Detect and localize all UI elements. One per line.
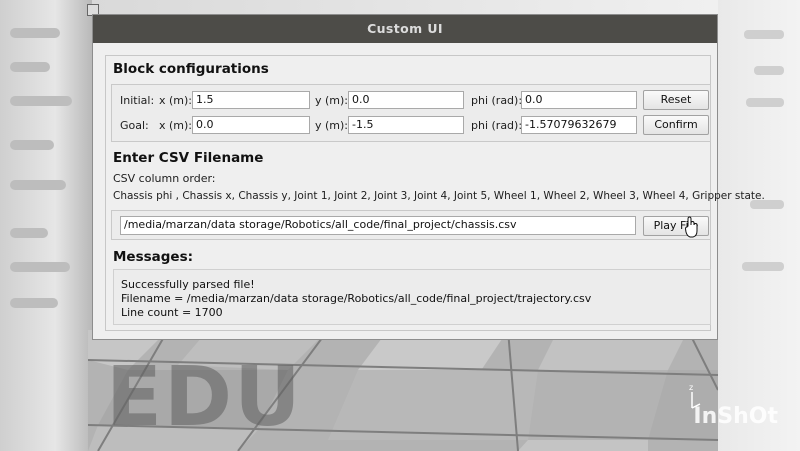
goal-phi-label: phi (rad): bbox=[471, 119, 523, 132]
background-top-strip bbox=[92, 0, 718, 14]
goal-x-label: x (m): bbox=[159, 119, 193, 132]
confirm-button[interactable]: Confirm bbox=[643, 115, 709, 135]
goal-y-label: y (m): bbox=[315, 119, 349, 132]
csv-filename-input[interactable]: /media/marzan/data storage/Robotics/all_… bbox=[120, 216, 636, 235]
goal-row-label: Goal: bbox=[120, 119, 149, 132]
inshot-watermark: InShOt bbox=[693, 404, 778, 429]
play-file-button[interactable]: Play File bbox=[643, 216, 709, 236]
messages-box: Successfully parsed file! Filename = /me… bbox=[113, 269, 711, 325]
message-line: Successfully parsed file! bbox=[121, 278, 255, 291]
reset-button[interactable]: Reset bbox=[643, 90, 709, 110]
message-line: Line count = 1700 bbox=[121, 306, 223, 319]
messages-heading: Messages: bbox=[113, 249, 194, 265]
initial-x-label: x (m): bbox=[159, 94, 193, 107]
goal-y-input[interactable]: -1.5 bbox=[348, 116, 464, 134]
initial-phi-input[interactable]: 0.0 bbox=[521, 91, 637, 109]
initial-y-input[interactable]: 0.0 bbox=[348, 91, 464, 109]
csv-file-group: /media/marzan/data storage/Robotics/all_… bbox=[111, 210, 711, 240]
csv-order-text: Chassis phi , Chassis x, Chassis y, Join… bbox=[113, 190, 765, 202]
dialog-content: Block configurations Initial: x (m): 1.5… bbox=[105, 55, 765, 331]
custom-ui-dialog: Custom UI Block configurations Initial: … bbox=[92, 14, 765, 340]
goal-x-input[interactable]: 0.0 bbox=[192, 116, 310, 134]
axis-gizmo-icon: z bbox=[689, 383, 701, 409]
message-line: Filename = /media/marzan/data storage/Ro… bbox=[121, 292, 592, 305]
csv-heading: Enter CSV Filename bbox=[113, 150, 264, 166]
block-config-group: Initial: x (m): 1.5 y (m): 0.0 phi (rad)… bbox=[111, 84, 711, 142]
block-config-heading: Block configurations bbox=[113, 61, 269, 77]
csv-order-label: CSV column order: bbox=[113, 172, 216, 185]
initial-phi-label: phi (rad): bbox=[471, 94, 523, 107]
initial-y-label: y (m): bbox=[315, 94, 349, 107]
edu-watermark: EDU bbox=[106, 350, 303, 445]
background-left-panel bbox=[0, 0, 92, 451]
axis-z-label: z bbox=[689, 383, 693, 392]
initial-x-input[interactable]: 1.5 bbox=[192, 91, 310, 109]
background-right-panel bbox=[718, 0, 800, 451]
mouse-cursor-icon bbox=[685, 216, 698, 238]
initial-row-label: Initial: bbox=[120, 94, 155, 107]
goal-phi-input[interactable]: -1.57079632679 bbox=[521, 116, 637, 134]
window-title[interactable]: Custom UI bbox=[93, 15, 717, 43]
